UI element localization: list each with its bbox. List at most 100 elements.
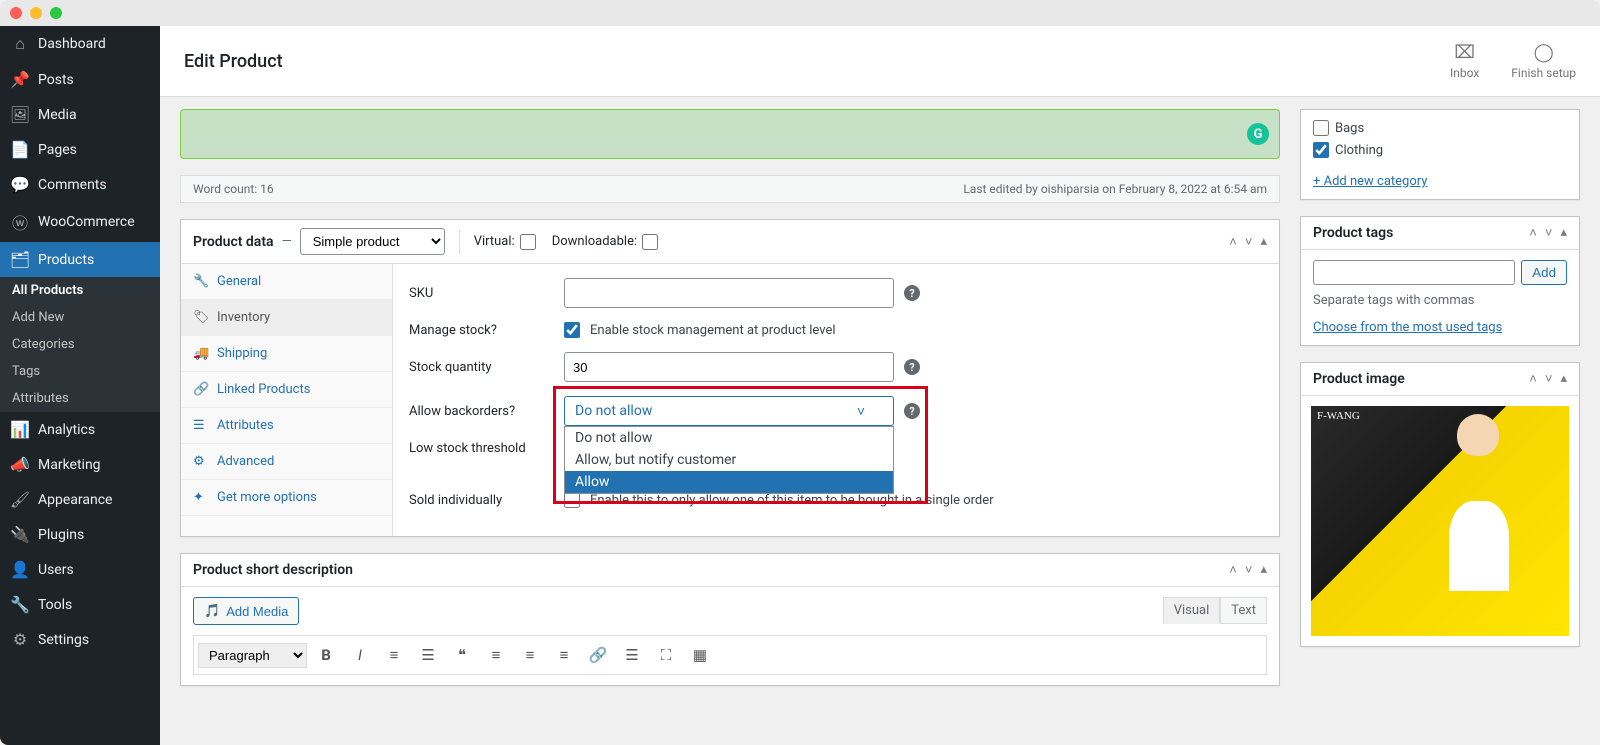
chevron-up-icon[interactable]: ˄: [1529, 225, 1537, 241]
gear-icon: ⚙: [193, 454, 209, 469]
tab-shipping[interactable]: 🚚Shipping: [181, 336, 392, 372]
menu-analytics[interactable]: 📊Analytics: [0, 412, 160, 447]
toggle-panel-icon[interactable]: ▴: [1560, 225, 1567, 241]
backorders-option-allow-notify[interactable]: Allow, but notify customer: [565, 449, 893, 471]
add-tag-button[interactable]: Add: [1521, 260, 1567, 285]
menu-marketing[interactable]: 📣Marketing: [0, 447, 160, 482]
submenu-tags[interactable]: Tags: [0, 358, 160, 385]
help-icon[interactable]: ?: [904, 403, 920, 419]
circle-icon: ◯: [1534, 42, 1554, 63]
backorders-select[interactable]: Do not allow ˅: [564, 396, 894, 426]
virtual-checkbox-label[interactable]: Virtual:: [474, 234, 536, 250]
chevron-up-icon[interactable]: ˄: [1229, 562, 1237, 578]
chevron-up-icon[interactable]: ˄: [1229, 234, 1237, 250]
chevron-down-icon[interactable]: ˅: [1545, 225, 1553, 241]
close-window-button[interactable]: [10, 7, 22, 19]
downloadable-checkbox-label[interactable]: Downloadable:: [552, 234, 658, 250]
stock-quantity-input[interactable]: [564, 352, 894, 382]
submenu-all-products[interactable]: All Products: [0, 277, 160, 304]
align-center-button[interactable]: ≡: [515, 640, 545, 670]
menu-woocommerce[interactable]: ⓦWooCommerce: [0, 202, 160, 242]
category-bags[interactable]: Bags: [1313, 120, 1567, 136]
submenu-attributes[interactable]: Attributes: [0, 385, 160, 412]
editor-visual-tab[interactable]: Visual: [1163, 597, 1221, 624]
sold-individually-desc: Enable this to only allow one of this it…: [590, 493, 994, 508]
menu-plugins[interactable]: 🔌Plugins: [0, 517, 160, 552]
submenu-add-new[interactable]: Add New: [0, 304, 160, 331]
backorders-label: Allow backorders?: [409, 404, 564, 419]
toggle-panel-icon[interactable]: ▴: [1260, 234, 1267, 250]
chevron-down-icon: ˅: [857, 403, 865, 420]
tab-linked-products[interactable]: 🔗Linked Products: [181, 372, 392, 408]
tab-inventory[interactable]: 🏷Inventory: [181, 300, 392, 336]
virtual-checkbox[interactable]: [520, 234, 536, 250]
blockquote-button[interactable]: ❝: [447, 640, 477, 670]
product-image-thumbnail[interactable]: F-WANG: [1311, 406, 1569, 636]
menu-tools[interactable]: 🔧Tools: [0, 587, 160, 622]
help-icon[interactable]: ?: [904, 285, 920, 301]
toolbar-toggle-button[interactable]: ▦: [685, 640, 715, 670]
tab-advanced[interactable]: ⚙Advanced: [181, 444, 392, 480]
product-image-title: Product image: [1313, 371, 1405, 387]
brush-icon: 🖌: [10, 490, 30, 509]
finish-setup-button[interactable]: ◯Finish setup: [1511, 42, 1576, 80]
numbered-list-button[interactable]: ☰: [413, 640, 443, 670]
pages-icon: 📄: [10, 140, 30, 159]
inventory-icon: 🏷: [193, 310, 209, 325]
chevron-down-icon[interactable]: ˅: [1245, 562, 1253, 578]
chevron-up-icon[interactable]: ˄: [1529, 371, 1537, 387]
paragraph-select[interactable]: Paragraph: [198, 643, 307, 668]
fullscreen-button[interactable]: ⛶: [651, 640, 681, 670]
help-icon[interactable]: ?: [904, 359, 920, 375]
link-button[interactable]: 🔗: [583, 640, 613, 670]
submenu-categories[interactable]: Categories: [0, 331, 160, 358]
backorders-option-do-not-allow[interactable]: Do not allow: [565, 427, 893, 449]
chevron-down-icon[interactable]: ˅: [1545, 371, 1553, 387]
wrench-icon: 🔧: [193, 274, 209, 289]
choose-tags-link[interactable]: Choose from the most used tags: [1313, 320, 1502, 335]
bold-button[interactable]: B: [311, 640, 341, 670]
grammarly-icon[interactable]: G: [1247, 123, 1269, 145]
minimize-window-button[interactable]: [30, 7, 42, 19]
analytics-icon: 📊: [10, 420, 30, 439]
italic-button[interactable]: I: [345, 640, 375, 670]
menu-pages[interactable]: 📄Pages: [0, 132, 160, 167]
downloadable-checkbox[interactable]: [642, 234, 658, 250]
sold-individually-checkbox[interactable]: [564, 492, 580, 508]
backorders-option-allow[interactable]: Allow: [565, 471, 893, 493]
menu-media[interactable]: 🖼Media: [0, 97, 160, 132]
manage-stock-checkbox[interactable]: [564, 322, 580, 338]
product-data-tabs: 🔧General 🏷Inventory 🚚Shipping 🔗Linked Pr…: [181, 264, 393, 536]
menu-posts[interactable]: 📌Posts: [0, 62, 160, 97]
menu-comments[interactable]: 💬Comments: [0, 167, 160, 202]
menu-appearance[interactable]: 🖌Appearance: [0, 482, 160, 517]
tab-general[interactable]: 🔧General: [181, 264, 392, 300]
editor-text-tab[interactable]: Text: [1220, 597, 1267, 624]
menu-products[interactable]: 🗂Products: [0, 242, 160, 277]
tab-attributes[interactable]: ☰Attributes: [181, 408, 392, 444]
inbox-button[interactable]: ⌧Inbox: [1450, 42, 1479, 80]
category-clothing[interactable]: Clothing: [1313, 142, 1567, 158]
add-media-button[interactable]: 🎵Add Media: [193, 597, 299, 625]
sku-input[interactable]: [564, 278, 894, 308]
page-header: Edit Product ⌧Inbox ◯Finish setup: [160, 26, 1600, 97]
add-new-category-link[interactable]: + Add new category: [1313, 174, 1427, 189]
bullet-list-button[interactable]: ≡: [379, 640, 409, 670]
product-data-title: Product data: [193, 234, 274, 250]
align-left-button[interactable]: ≡: [481, 640, 511, 670]
insert-more-button[interactable]: ☰: [617, 640, 647, 670]
maximize-window-button[interactable]: [50, 7, 62, 19]
menu-users[interactable]: 👤Users: [0, 552, 160, 587]
menu-settings[interactable]: ⚙Settings: [0, 622, 160, 657]
toggle-panel-icon[interactable]: ▴: [1560, 371, 1567, 387]
success-notice: G: [180, 109, 1280, 159]
tags-input[interactable]: [1313, 260, 1515, 285]
align-right-button[interactable]: ≡: [549, 640, 579, 670]
stock-quantity-label: Stock quantity: [409, 360, 564, 375]
menu-dashboard[interactable]: ⌂Dashboard: [0, 26, 160, 62]
toggle-panel-icon[interactable]: ▴: [1260, 562, 1267, 578]
tab-get-more-options[interactable]: ✦Get more options: [181, 480, 392, 516]
truck-icon: 🚚: [193, 346, 209, 361]
product-type-select[interactable]: Simple product: [300, 228, 445, 255]
chevron-down-icon[interactable]: ˅: [1245, 234, 1253, 250]
